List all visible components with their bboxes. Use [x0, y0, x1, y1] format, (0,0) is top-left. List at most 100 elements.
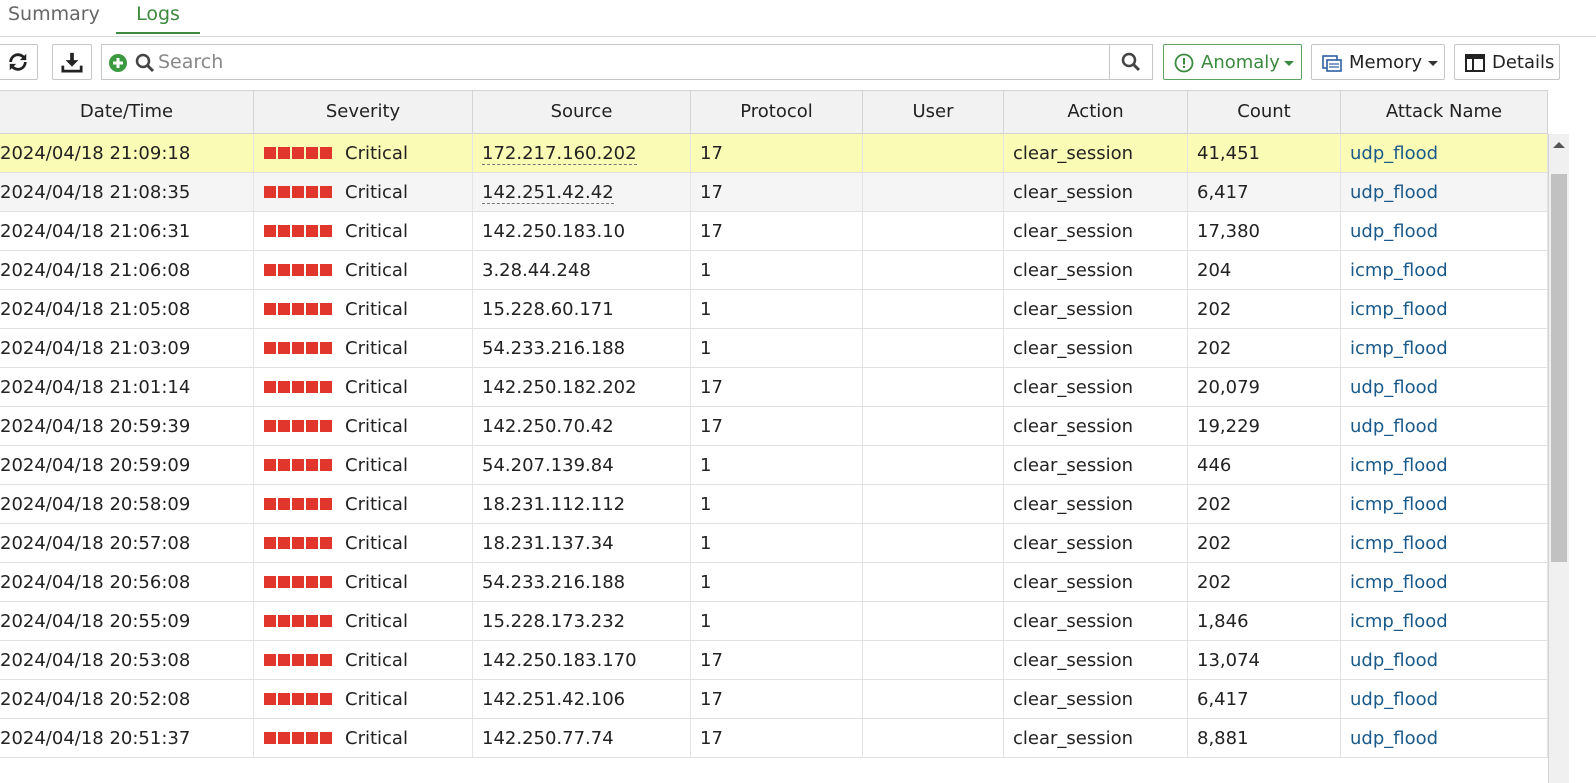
cell-attack-name[interactable]: udp_flood [1341, 641, 1548, 679]
cell-count: 19,229 [1188, 407, 1341, 445]
memory-icon [1322, 55, 1342, 72]
cell-attack-name[interactable]: udp_flood [1341, 212, 1548, 250]
cell-count: 202 [1188, 524, 1341, 562]
download-button[interactable] [52, 44, 92, 80]
cell-attack-name[interactable]: udp_flood [1341, 719, 1548, 757]
memory-label: Memory [1349, 52, 1423, 73]
cell-count: 202 [1188, 290, 1341, 328]
add-filter-icon[interactable] [108, 53, 128, 73]
cell-attack-name[interactable]: udp_flood [1341, 368, 1548, 406]
cell-action: clear_session [1004, 290, 1188, 328]
cell-user [863, 680, 1004, 718]
cell-action: clear_session [1004, 329, 1188, 367]
tab-logs[interactable]: Logs [116, 2, 200, 34]
search-input[interactable] [158, 49, 1108, 75]
column-header-user[interactable]: User [863, 91, 1004, 133]
column-header-protocol[interactable]: Protocol [691, 91, 863, 133]
table-row[interactable]: 2024/04/18 21:01:14 Critical 142.250.182.2… [0, 368, 1548, 407]
details-panel-icon [1465, 54, 1485, 72]
cell-attack-name[interactable]: icmp_flood [1341, 329, 1548, 367]
table-row[interactable]: 2024/04/18 21:08:35 Critical 142.251.42.42… [0, 173, 1548, 212]
cell-attack-name[interactable]: icmp_flood [1341, 524, 1548, 562]
cell-attack-name[interactable]: icmp_flood [1341, 251, 1548, 289]
cell-attack-name[interactable]: udp_flood [1341, 407, 1548, 445]
cell-severity: Critical [254, 485, 473, 523]
source-ip-link[interactable]: 172.217.160.202 [482, 144, 637, 165]
anomaly-dropdown[interactable]: Anomaly [1163, 44, 1302, 80]
search-icon [135, 53, 155, 73]
cell-protocol: 1 [691, 602, 863, 640]
table-row[interactable]: 2024/04/18 21:06:08 Critical 3.28.44.248 1 c… [0, 251, 1548, 290]
cell-action: clear_session [1004, 524, 1188, 562]
severity-level-icon [264, 654, 334, 679]
column-header-source[interactable]: Source [473, 91, 691, 133]
source-ip-link[interactable]: 142.251.42.42 [482, 183, 614, 204]
cell-action: clear_session [1004, 641, 1188, 679]
cell-severity: Critical [254, 446, 473, 484]
cell-attack-name[interactable]: udp_flood [1341, 680, 1548, 718]
cell-severity: Critical [254, 524, 473, 562]
column-header-action[interactable]: Action [1004, 91, 1188, 133]
cell-protocol: 17 [691, 134, 863, 172]
table-row[interactable]: 2024/04/18 20:53:08 Critical 142.250.183.1… [0, 641, 1548, 680]
column-header-attack-name[interactable]: Attack Name [1341, 91, 1548, 133]
severity-level-icon [264, 225, 334, 250]
details-button[interactable]: Details [1454, 44, 1560, 80]
table-row[interactable]: 2024/04/18 21:03:09 Critical 54.233.216.18… [0, 329, 1548, 368]
scroll-up-arrow-icon[interactable] [1553, 142, 1565, 148]
table-row[interactable]: 2024/04/18 20:55:09 Critical 15.228.173.23… [0, 602, 1548, 641]
severity-level-icon [264, 615, 334, 640]
cell-datetime: 2024/04/18 21:03:09 [0, 329, 254, 367]
severity-label: Critical [345, 728, 408, 749]
cell-attack-name[interactable]: icmp_flood [1341, 290, 1548, 328]
column-header-datetime[interactable]: Date/Time [0, 91, 254, 133]
table-row[interactable]: 2024/04/18 21:06:31 Critical 142.250.183.1… [0, 212, 1548, 251]
table-row[interactable]: 2024/04/18 20:59:09 Critical 54.207.139.84… [0, 446, 1548, 485]
severity-label: Critical [345, 182, 408, 203]
table-row[interactable]: 2024/04/18 20:51:37 Critical 142.250.77.74… [0, 719, 1548, 758]
cell-action: clear_session [1004, 251, 1188, 289]
cell-protocol: 17 [691, 641, 863, 679]
cell-attack-name[interactable]: icmp_flood [1341, 446, 1548, 484]
cell-datetime: 2024/04/18 21:01:14 [0, 368, 254, 406]
memory-dropdown[interactable]: Memory [1311, 44, 1445, 80]
vertical-scrollbar[interactable] [1548, 134, 1569, 783]
severity-label: Critical [345, 455, 408, 476]
cell-severity: Critical [254, 329, 473, 367]
severity-level-icon [264, 420, 334, 445]
table-row[interactable]: 2024/04/18 21:05:08 Critical 15.228.60.171… [0, 290, 1548, 329]
refresh-button[interactable] [0, 44, 38, 80]
cell-count: 6,417 [1188, 173, 1341, 211]
table-row[interactable]: 2024/04/18 20:57:08 Critical 18.231.137.34… [0, 524, 1548, 563]
cell-action: clear_session [1004, 407, 1188, 445]
severity-label: Critical [345, 650, 408, 671]
cell-source: 172.217.160.202 [473, 134, 691, 172]
cell-attack-name[interactable]: icmp_flood [1341, 563, 1548, 601]
cell-source: 18.231.112.112 [473, 485, 691, 523]
table-row[interactable]: 2024/04/18 20:52:08 Critical 142.251.42.10… [0, 680, 1548, 719]
cell-attack-name[interactable]: udp_flood [1341, 173, 1548, 211]
column-header-count[interactable]: Count [1188, 91, 1341, 133]
cell-user [863, 368, 1004, 406]
cell-attack-name[interactable]: icmp_flood [1341, 602, 1548, 640]
cell-attack-name[interactable]: icmp_flood [1341, 485, 1548, 523]
cell-source: 142.250.183.170 [473, 641, 691, 679]
cell-source: 142.251.42.106 [473, 680, 691, 718]
scrollbar-thumb[interactable] [1551, 174, 1567, 562]
table-row[interactable]: 2024/04/18 20:59:39 Critical 142.250.70.42… [0, 407, 1548, 446]
table-row[interactable]: 2024/04/18 20:58:09 Critical 18.231.112.11… [0, 485, 1548, 524]
cell-user [863, 641, 1004, 679]
cell-action: clear_session [1004, 446, 1188, 484]
table-row[interactable]: 2024/04/18 20:56:08 Critical 54.233.216.18… [0, 563, 1548, 602]
tab-summary[interactable]: Summary [8, 2, 100, 32]
column-header-severity[interactable]: Severity [254, 91, 473, 133]
search-submit-button[interactable] [1109, 45, 1152, 79]
table-row[interactable]: 2024/04/18 21:09:18 Critical 172.217.160.2… [0, 134, 1548, 173]
cell-action: clear_session [1004, 485, 1188, 523]
cell-protocol: 1 [691, 251, 863, 289]
cell-source: 15.228.173.232 [473, 602, 691, 640]
cell-severity: Critical [254, 173, 473, 211]
cell-severity: Critical [254, 290, 473, 328]
severity-label: Critical [345, 299, 408, 320]
cell-attack-name[interactable]: udp_flood [1341, 134, 1548, 172]
